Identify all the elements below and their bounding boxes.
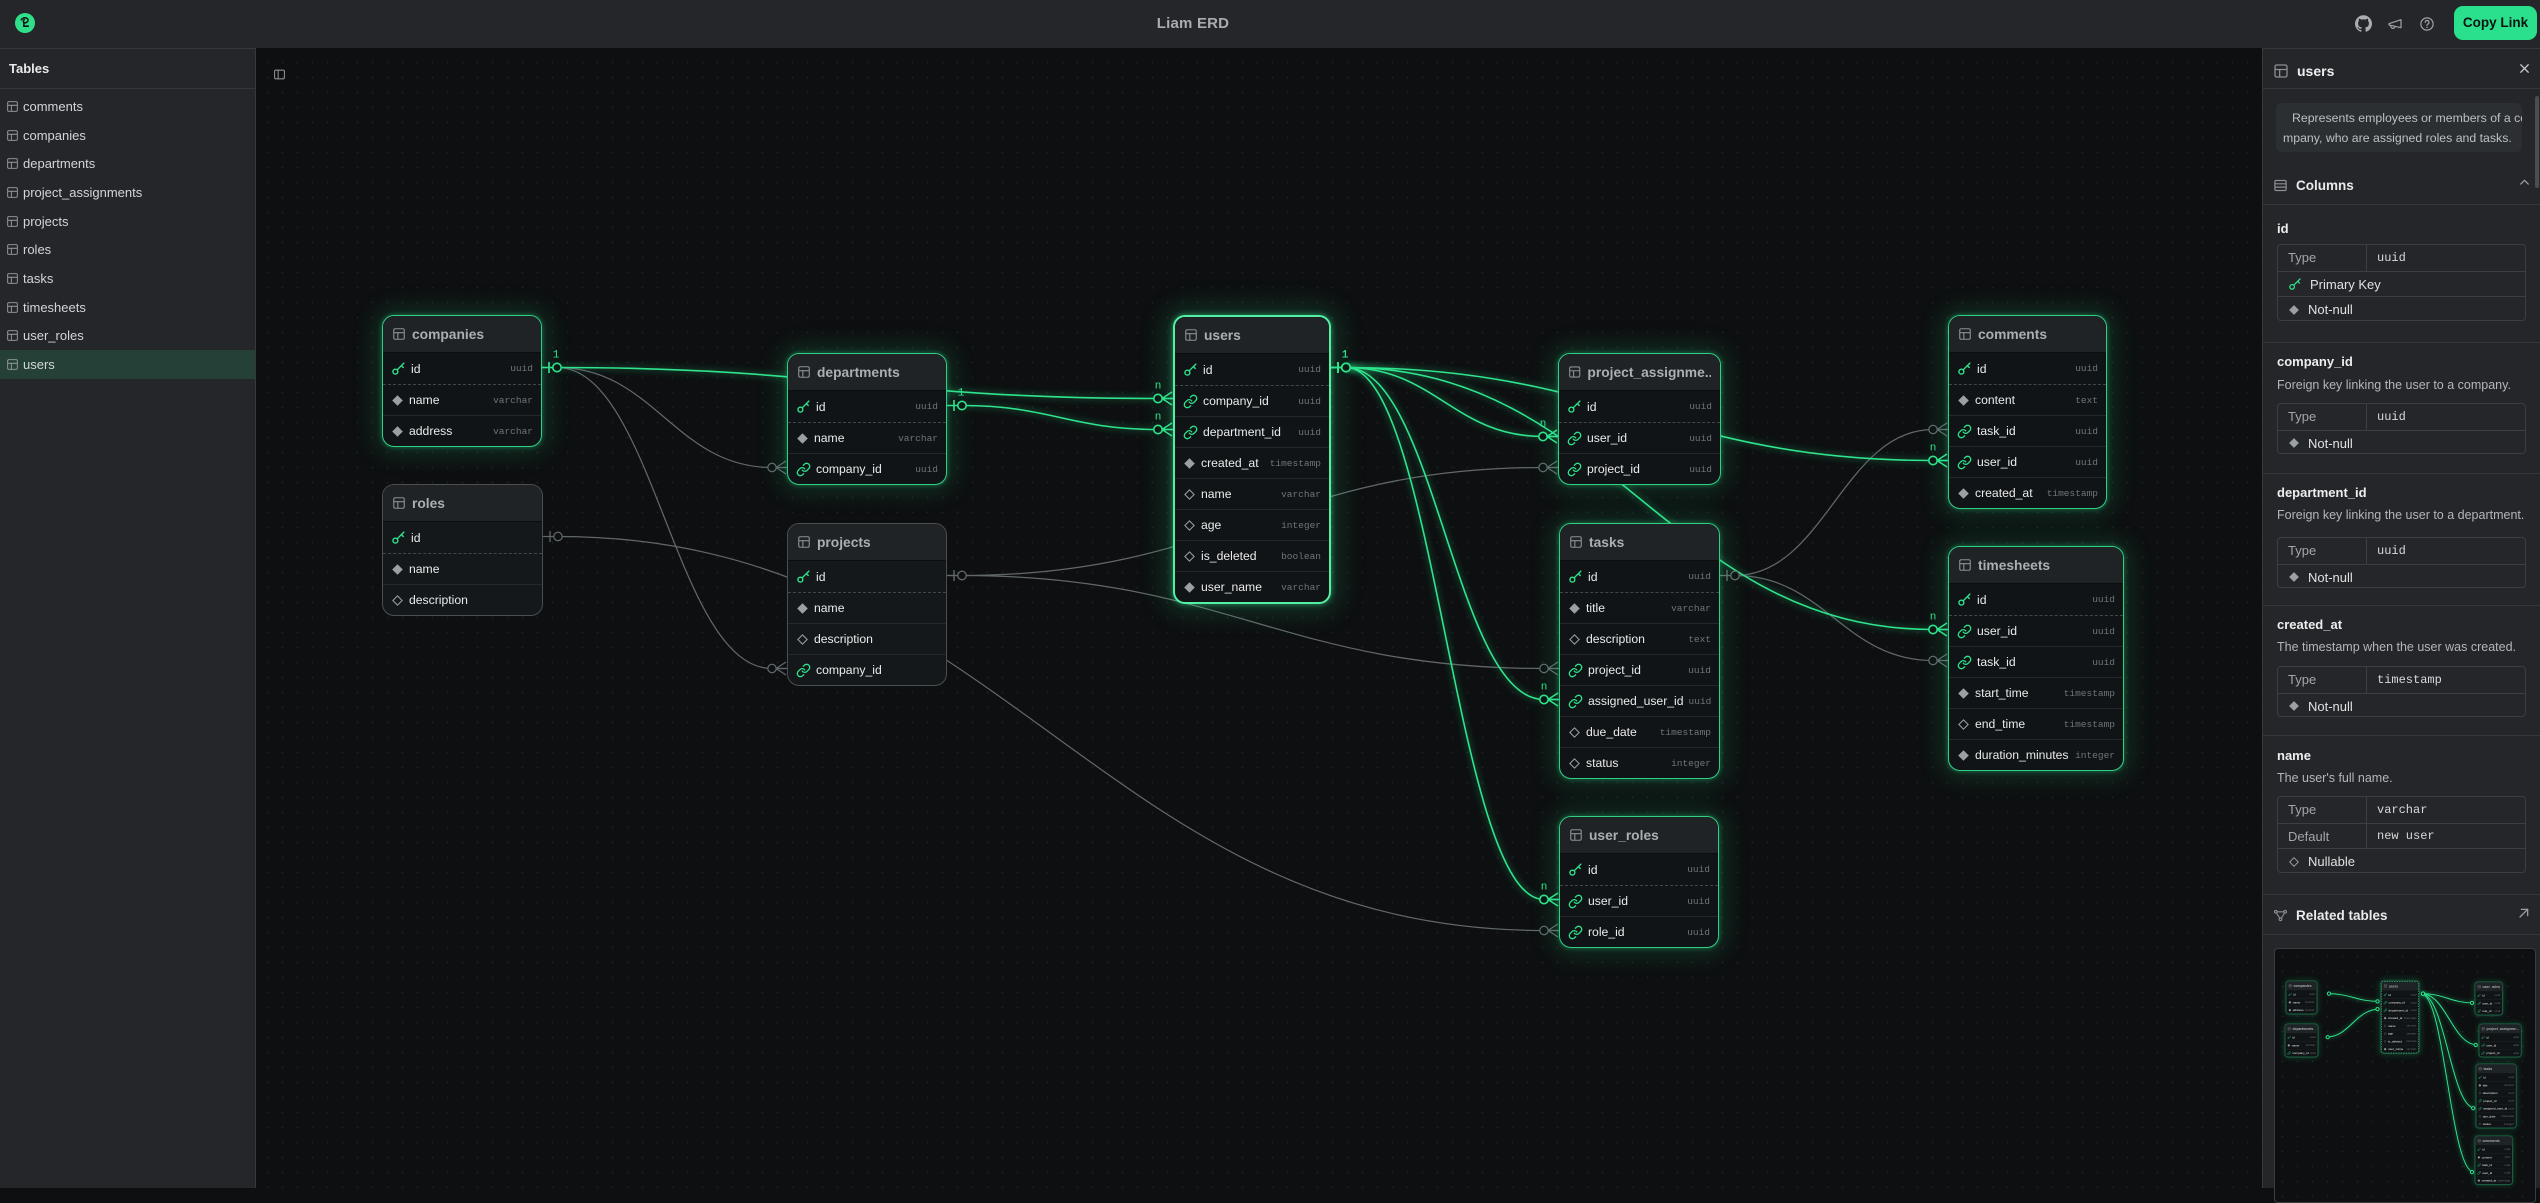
svg-text:n: n xyxy=(1541,882,1548,894)
svg-text:1: 1 xyxy=(553,350,560,362)
svg-text:n: n xyxy=(1930,443,1937,455)
svg-text:1: 1 xyxy=(1342,350,1349,362)
svg-text:n: n xyxy=(1541,682,1548,694)
svg-text:n: n xyxy=(1930,612,1937,624)
svg-text:1: 1 xyxy=(958,388,965,400)
svg-text:n: n xyxy=(1155,381,1162,393)
svg-text:n: n xyxy=(1540,419,1547,431)
svg-text:n: n xyxy=(1155,412,1162,424)
